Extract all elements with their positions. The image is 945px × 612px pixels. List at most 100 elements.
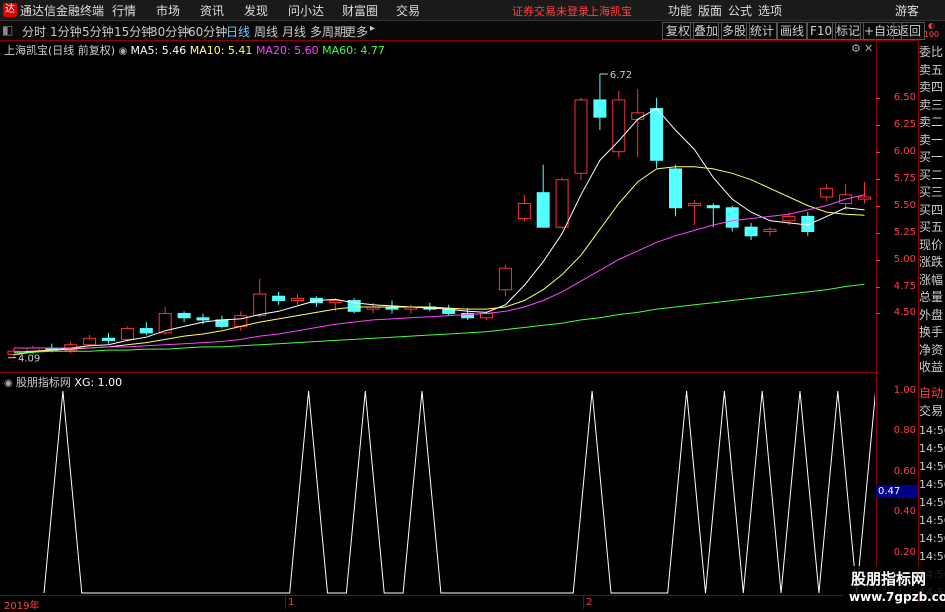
candle-body <box>234 315 248 327</box>
candle-body <box>555 179 569 228</box>
period-60min[interactable]: 60分钟 <box>188 23 227 40</box>
menu-ask[interactable]: 问小达 <box>288 2 324 19</box>
kline-chart[interactable]: 6.72 4.09 <box>0 40 875 372</box>
trade-tab[interactable]: 交易 <box>919 402 945 419</box>
indicator-tick: 0.20 <box>893 546 916 558</box>
quote-field-label: 卖二 <box>919 115 944 129</box>
guest-label[interactable]: 游客 <box>895 2 919 19</box>
period-30min[interactable]: 30分钟 <box>150 23 189 40</box>
period-weekly[interactable]: 周线 <box>254 23 278 40</box>
period-timeshare[interactable]: 分时 <box>22 23 46 40</box>
quote-field-label: 卖三 <box>919 97 944 112</box>
price-tick: 5.50 <box>893 199 916 211</box>
stats-button[interactable]: 统计 <box>746 22 779 40</box>
candle-body <box>517 202 531 220</box>
indicator-chart[interactable] <box>0 373 875 595</box>
period-multi[interactable]: 多周期 <box>310 23 346 40</box>
draw-button[interactable]: 画线 <box>776 22 809 40</box>
trade-time: 14:56 <box>919 460 945 473</box>
menu-trade[interactable]: 交易 <box>396 2 420 19</box>
quote-field-label: 买五 <box>919 220 944 234</box>
candle-body <box>328 300 342 304</box>
watermark: 股朋指标网 www.7gpzb.com <box>843 566 945 609</box>
period-toolbar: ◧ 分时 1分钟 5分钟 15分钟 30分钟 60分钟 日线 周线 月线 多周期… <box>0 21 945 41</box>
indicator-tick: 0.80 <box>893 425 916 437</box>
candle-body <box>687 202 701 207</box>
trade-time: 14:56 <box>919 424 945 437</box>
high-price-label: 6.72 <box>610 70 632 81</box>
period-1min[interactable]: 1分钟 <box>50 23 82 40</box>
menu-function[interactable]: 功能 <box>668 2 692 19</box>
candle-body <box>215 319 229 327</box>
candle-body <box>669 168 682 209</box>
time-axis: 2019年 1 2 <box>0 595 918 612</box>
period-15min[interactable]: 15分钟 <box>114 23 153 40</box>
trade-tab[interactable]: 自动 <box>919 384 945 401</box>
indicator-tick: 1.00 <box>893 385 916 396</box>
quote-field-label: 买四 <box>919 202 944 217</box>
candle-body <box>272 295 286 302</box>
candle-body <box>631 112 645 120</box>
stock-tag: 上海凯宝 <box>588 5 632 18</box>
panel-toggle-icon[interactable]: ◐ 100 <box>918 21 945 40</box>
indicator-tick: 0.60 <box>893 465 916 477</box>
period-daily[interactable]: 日线 <box>226 23 250 40</box>
toolbar-expand-icon[interactable]: ◧ <box>2 23 13 37</box>
more-chevron-icon[interactable]: ▸ <box>370 23 375 34</box>
trade-time: 14:56 <box>919 514 945 527</box>
indicator-pane[interactable]: ◉ 股朋指标网 XG: 1.00 <box>0 373 875 595</box>
price-tick: 4.75 <box>893 280 916 292</box>
candle-body <box>612 99 626 153</box>
xg-line <box>43 390 875 594</box>
title-bar: 达 通达信金融终端 行情 市场 资讯 发现 问小达 财富圈 交易 证券交易未登录… <box>0 0 945 21</box>
quote-field-label: 外盘 <box>919 307 944 322</box>
quote-field-label: 卖一 <box>919 132 944 147</box>
candle-body <box>725 207 739 228</box>
quote-field-label: 总量 <box>919 290 944 304</box>
quote-field-label: 买三 <box>919 185 944 199</box>
trade-time: 14:56 <box>919 496 945 509</box>
x-label-jan: 1 <box>288 597 295 608</box>
trade-time: 14:56 <box>919 478 945 491</box>
period-monthly[interactable]: 月线 <box>282 23 306 40</box>
candle-body <box>102 337 115 341</box>
login-status[interactable]: 证券交易未登录 <box>512 3 589 19</box>
watermark-url: www.7gpzb.com <box>849 590 945 604</box>
kline-pane[interactable]: 上海凯宝(日线 前复权) ◉ MA5: 5.46 MA10: 5.41 MA20… <box>0 40 875 372</box>
menu-options[interactable]: 选项 <box>758 2 782 19</box>
quote-field-label: 买二 <box>919 167 944 182</box>
ma60-line <box>14 283 865 353</box>
menu-quotes[interactable]: 行情 <box>112 2 136 19</box>
indicator-tick: 0.40 <box>893 506 916 518</box>
period-more[interactable]: 更多 <box>344 23 368 40</box>
menu-layout[interactable]: 版面 <box>698 2 722 19</box>
trade-time: 14:56 <box>919 442 945 455</box>
candle-body <box>139 328 153 334</box>
price-tick: 5.00 <box>893 253 916 265</box>
menu-formula[interactable]: 公式 <box>728 2 752 19</box>
price-tick: 6.25 <box>893 118 916 130</box>
quote-field-label: 涨跌 <box>919 255 944 269</box>
app-name: 通达信金融终端 <box>20 4 105 18</box>
candle-body <box>858 196 871 200</box>
cursor-value-badge: 0.47 <box>876 485 918 498</box>
trade-time: 14:56 <box>919 550 945 563</box>
candle-body <box>801 215 815 232</box>
candle-body <box>820 187 834 198</box>
candle-body <box>744 226 758 237</box>
quote-field-label: 委比 <box>919 45 944 59</box>
quote-field-label: 涨幅 <box>919 272 944 287</box>
candle-body <box>593 99 607 118</box>
menu-news[interactable]: 资讯 <box>200 2 224 19</box>
menu-wealth[interactable]: 财富圈 <box>342 2 378 19</box>
candle-body <box>177 312 191 319</box>
period-5min[interactable]: 5分钟 <box>82 23 114 40</box>
x-label-feb: 2 <box>586 597 593 608</box>
menu-discover[interactable]: 发现 <box>244 2 268 19</box>
menu-market[interactable]: 市场 <box>156 2 180 19</box>
price-tick: 4.50 <box>893 307 916 319</box>
candle-body <box>120 328 134 340</box>
x-label-year: 2019年 <box>4 601 40 612</box>
quote-field-label: 收益 <box>919 360 944 374</box>
candle-body <box>253 293 267 317</box>
